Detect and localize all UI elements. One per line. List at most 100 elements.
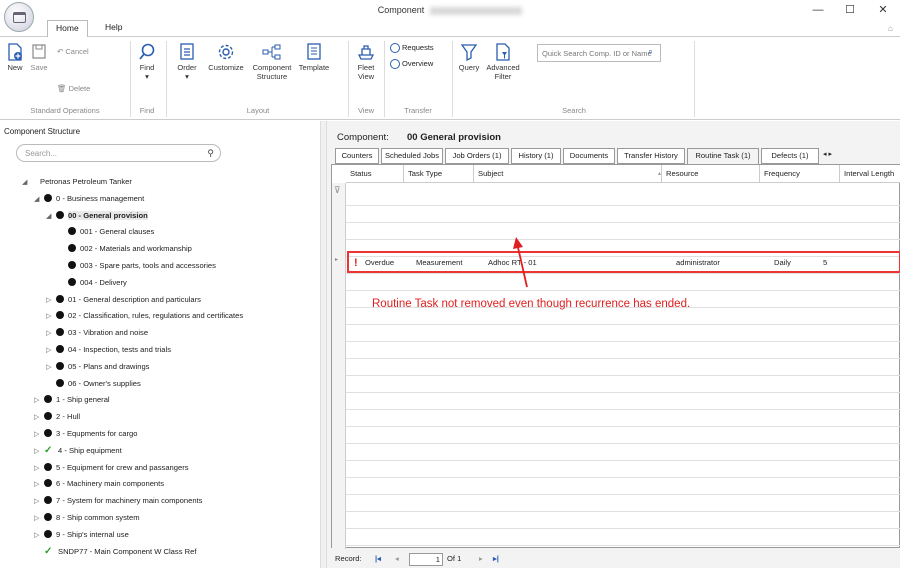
order-button[interactable]: Order ▾ — [172, 43, 202, 81]
grid-line — [346, 239, 900, 240]
tree-item[interactable]: ◢ 0 - Business management — [22, 191, 318, 208]
tab-transfer-history[interactable]: Transfer History — [617, 148, 685, 164]
expand-toggle-icon[interactable]: ▷ — [34, 528, 44, 545]
quick-search-icon[interactable]: ⌕ — [648, 46, 653, 57]
first-record-button[interactable]: |◂ — [375, 551, 381, 567]
tree-search-input[interactable]: Search... ⚲ — [16, 144, 221, 162]
tab-counters[interactable]: Counters — [335, 148, 379, 164]
tree-item[interactable]: ✓ SNDP77 - Main Component W Class Ref — [22, 544, 318, 561]
quick-search-input[interactable]: Quick Search Comp. ID or Name — [537, 44, 661, 62]
tree-item[interactable]: 002 - Materials and workmanship — [22, 241, 318, 258]
expand-toggle-icon[interactable]: ▷ — [46, 360, 56, 377]
expand-toggle-icon[interactable]: ◢ — [46, 209, 56, 226]
overview-icon — [390, 59, 400, 70]
grid-line — [346, 375, 900, 376]
tree-item[interactable]: ▷ 8 - Ship common system — [22, 510, 318, 527]
tab-documents[interactable]: Documents — [563, 148, 615, 164]
expand-toggle-icon[interactable]: ▷ — [34, 494, 44, 511]
tab-history[interactable]: History (1) — [511, 148, 561, 164]
tab-scheduled-jobs[interactable]: Scheduled Jobs — [381, 148, 443, 164]
advanced-filter-button[interactable]: Advanced Filter — [486, 43, 520, 81]
prev-record-button[interactable]: ◂ — [395, 551, 399, 567]
last-record-button[interactable]: ▸| — [493, 551, 499, 567]
expand-toggle-icon[interactable]: ◢ — [34, 192, 44, 209]
maximize-button[interactable]: ☐ — [835, 2, 865, 18]
tree-item[interactable]: ▷ 6 - Machinery main components — [22, 476, 318, 493]
minimize-button[interactable]: — — [803, 2, 833, 18]
tree-item[interactable]: 06 - Owner's supplies — [22, 376, 318, 393]
tree-item[interactable]: ▷ 9 - Ship's internal use — [22, 527, 318, 544]
requests-button[interactable]: Requests — [390, 43, 434, 54]
close-button[interactable]: ✕ — [868, 2, 898, 18]
save-button[interactable]: Save — [28, 43, 50, 72]
component-value: 00 General provision — [407, 132, 501, 143]
group-view: View — [357, 106, 375, 115]
tab-defects[interactable]: Defects (1) — [761, 148, 819, 164]
tab-routine-task[interactable]: Routine Task (1) — [687, 148, 759, 164]
template-button[interactable]: Template — [296, 43, 332, 72]
fleet-view-button[interactable]: Fleet View — [352, 43, 380, 81]
tree-item[interactable]: ▷ 7 - System for machinery main component… — [22, 493, 318, 510]
expand-toggle-icon[interactable]: ▷ — [34, 461, 44, 478]
tree-item[interactable]: ▷ 03 - Vibration and noise — [22, 325, 318, 342]
title-bar: Component — ☐ ✕ — [0, 0, 900, 20]
tree-item-label: 002 - Materials and workmanship — [80, 244, 192, 254]
grid-line — [346, 324, 900, 325]
table-row[interactable]: ! Overdue Measurement Adhoc RT - 01 admi… — [347, 251, 900, 273]
ribbon-collapse-icon[interactable]: ⌂ — [888, 24, 893, 33]
grid-line — [346, 290, 900, 291]
delete-button[interactable]: 🗑 Delete — [57, 84, 90, 93]
tab-home[interactable]: Home — [47, 20, 88, 37]
expand-toggle-icon[interactable]: ▷ — [46, 293, 56, 310]
query-button[interactable]: Query — [456, 43, 482, 72]
new-button[interactable]: New — [4, 43, 26, 72]
panel-splitter[interactable] — [320, 121, 327, 568]
grid-line — [346, 477, 900, 478]
cell-resource: administrator — [676, 258, 720, 267]
next-record-button[interactable]: ▸ — [479, 551, 483, 567]
expand-toggle-icon[interactable]: ▷ — [34, 511, 44, 528]
customize-button[interactable]: Customize — [206, 43, 246, 72]
expand-toggle-icon[interactable]: ▷ — [34, 477, 44, 494]
tab-job-orders[interactable]: Job Orders (1) — [445, 148, 509, 164]
expand-toggle-icon[interactable]: ▷ — [46, 343, 56, 360]
tree-item[interactable]: ▷ 01 - General description and particular… — [22, 292, 318, 309]
tree-item[interactable]: 003 - Spare parts, tools and accessories — [22, 258, 318, 275]
expand-toggle-icon[interactable]: ▷ — [46, 309, 56, 326]
tree-item[interactable]: ▷ 5 - Equipment for crew and passangers — [22, 460, 318, 477]
expand-toggle-icon[interactable]: ▷ — [34, 444, 44, 461]
bullet-icon — [56, 328, 64, 337]
tree-item[interactable]: 004 - Delivery — [22, 275, 318, 292]
tree-item[interactable]: ◢ Petronas Petroleum Tanker — [22, 174, 318, 191]
detail-tabs: Counters Scheduled Jobs Job Orders (1) Hist… — [335, 148, 900, 164]
tree-item[interactable]: ▷ 04 - Inspection, tests and trials — [22, 342, 318, 359]
record-label: Record: — [335, 554, 362, 563]
app-logo-icon[interactable] — [4, 2, 34, 32]
tree-item[interactable]: ▷ 3 - Equpments for cargo — [22, 426, 318, 443]
expand-toggle-icon[interactable]: ▷ — [34, 393, 44, 410]
cancel-button[interactable]: ↶ Cancel — [57, 47, 89, 56]
expand-toggle-icon[interactable]: ◢ — [22, 175, 32, 192]
tree-item[interactable]: ▷ ✓ 4 - Ship equipment — [22, 443, 318, 460]
tab-help[interactable]: Help — [97, 20, 130, 36]
expand-toggle-icon[interactable]: ▷ — [46, 326, 56, 343]
record-number-input[interactable]: 1 — [409, 553, 443, 566]
grid-line — [346, 494, 900, 495]
list-icon — [180, 43, 194, 60]
expand-toggle-icon[interactable]: ▷ — [34, 410, 44, 427]
overview-button[interactable]: Overview — [390, 59, 433, 70]
tab-scroll-arrows[interactable]: ◂ ▸ — [823, 150, 832, 158]
overdue-flag-icon: ! — [354, 257, 358, 269]
bullet-icon — [44, 512, 52, 521]
tree-item[interactable]: ▷ 05 - Plans and drawings — [22, 359, 318, 376]
tree-item[interactable]: ▷ 1 - Ship general — [22, 392, 318, 409]
group-transfer: Transfer — [404, 106, 432, 115]
tree-item-label: 8 - Ship common system — [56, 512, 140, 522]
tree-item[interactable]: ◢ 00 - General provision — [22, 208, 318, 225]
component-structure-button[interactable]: Component Structure — [250, 43, 294, 81]
tree-item[interactable]: 001 - General clauses — [22, 224, 318, 241]
expand-toggle-icon[interactable]: ▷ — [34, 427, 44, 444]
find-button[interactable]: Find ▾ — [134, 43, 160, 81]
tree-item[interactable]: ▷ 2 - Hull — [22, 409, 318, 426]
tree-item[interactable]: ▷ 02 - Classification, rules, regulations… — [22, 308, 318, 325]
